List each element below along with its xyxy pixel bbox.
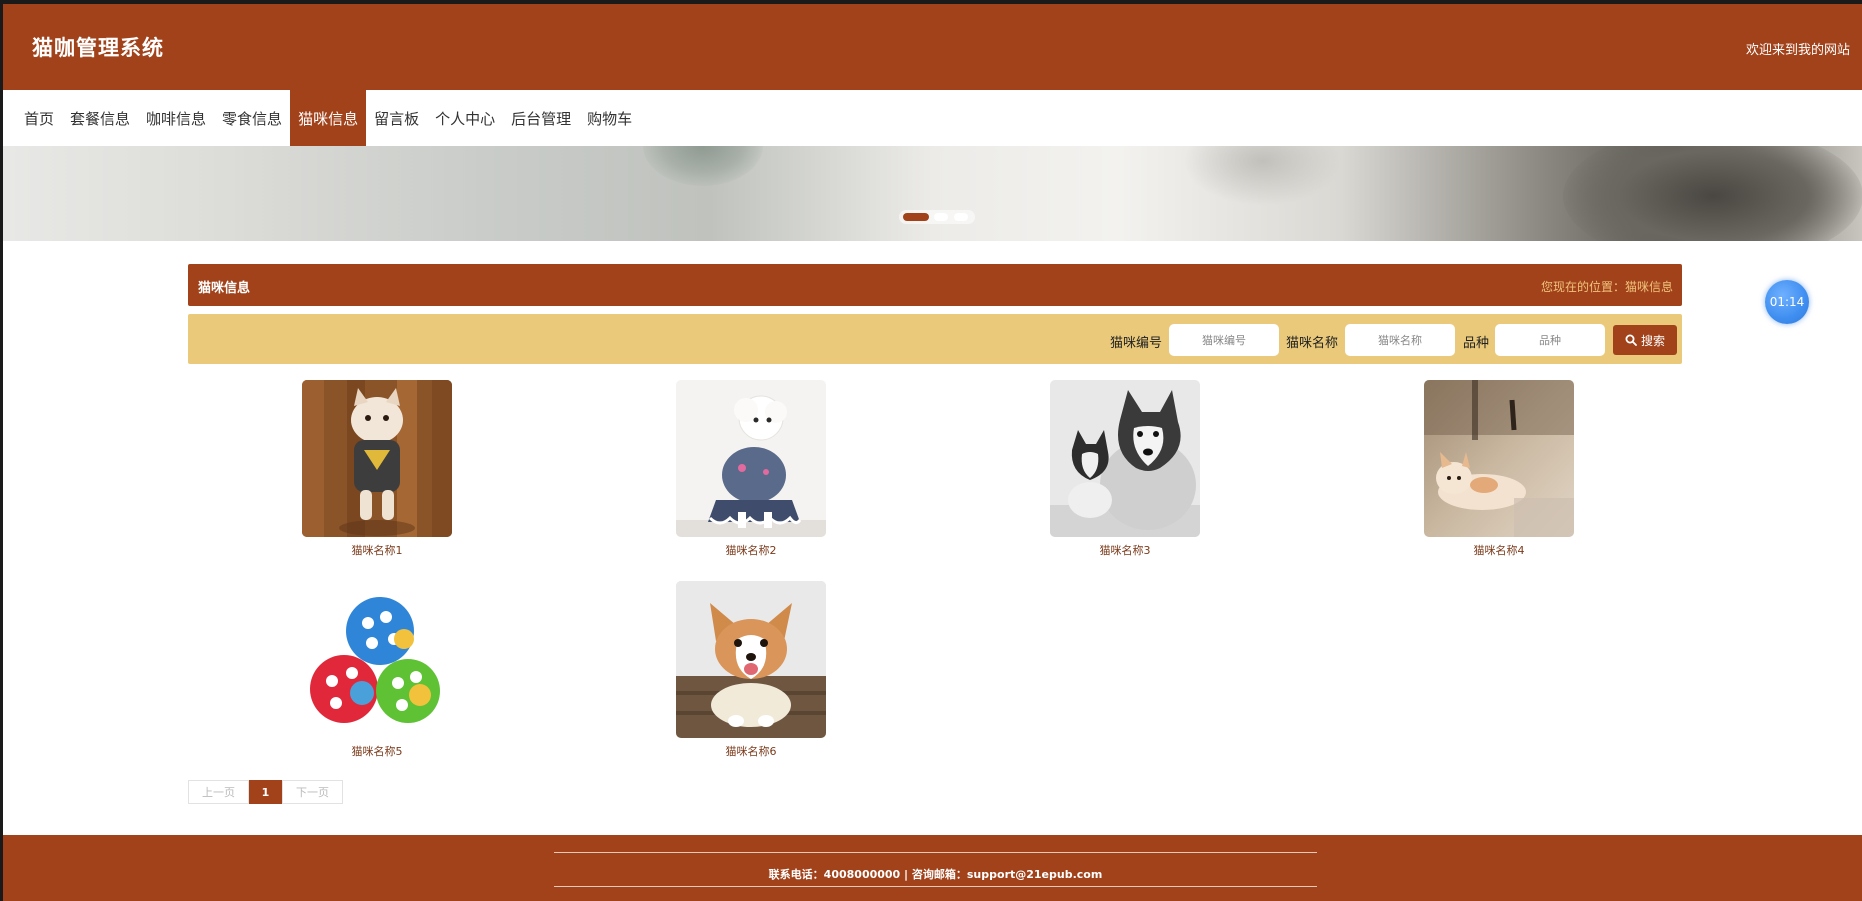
cat-name-input[interactable] bbox=[1345, 324, 1455, 356]
breed-input[interactable] bbox=[1495, 324, 1605, 356]
footer-contact: 联系电话：4008000000 | 咨询邮箱：support@21epub.co… bbox=[768, 868, 1103, 881]
carousel-dot-1[interactable] bbox=[903, 213, 929, 221]
banner-cat-eye bbox=[643, 146, 763, 186]
prev-page-button[interactable]: 上一页 bbox=[188, 780, 249, 804]
search-button-label: 搜索 bbox=[1640, 333, 1665, 348]
cat-name-6[interactable]: 猫咪名称6 bbox=[676, 743, 826, 759]
banner-cat-eye-2 bbox=[1183, 146, 1343, 206]
welcome-text: 欢迎来到我的网站 bbox=[1745, 43, 1850, 58]
cat-photo-1[interactable] bbox=[302, 380, 452, 537]
timer-badge[interactable]: 01:14 bbox=[1765, 280, 1809, 324]
cat-card-4[interactable]: 猫咪名称4 bbox=[1424, 380, 1574, 558]
cat-card-5[interactable]: 猫咪名称5 bbox=[302, 581, 452, 759]
cat-name-label: 猫咪名称 bbox=[1286, 336, 1339, 351]
nav-item-message-board[interactable]: 留言板 bbox=[366, 90, 427, 146]
nav-item-home[interactable]: 首页 bbox=[16, 90, 62, 146]
cat-id-label: 猫咪编号 bbox=[1110, 336, 1163, 351]
cat-photo-5[interactable] bbox=[302, 581, 452, 738]
banner-carousel[interactable] bbox=[3, 146, 1862, 241]
cat-photo-4[interactable] bbox=[1424, 380, 1574, 537]
section-title: 猫咪信息 bbox=[198, 281, 251, 296]
breed-label: 品种 bbox=[1463, 336, 1490, 351]
nav-item-personal-center[interactable]: 个人中心 bbox=[427, 90, 503, 146]
site-header: 猫咖管理系统 欢迎来到我的网站 bbox=[3, 4, 1862, 90]
search-icon bbox=[1625, 334, 1637, 346]
cat-card-2[interactable]: 猫咪名称2 bbox=[676, 380, 826, 558]
breadcrumb: 您现在的位置：猫咪信息 bbox=[1540, 280, 1673, 294]
cat-name-5[interactable]: 猫咪名称5 bbox=[302, 743, 452, 759]
page-1-button[interactable]: 1 bbox=[249, 780, 282, 804]
nav-item-packages[interactable]: 套餐信息 bbox=[62, 90, 138, 146]
site-footer: 联系电话：4008000000 | 咨询邮箱：support@21epub.co… bbox=[3, 835, 1862, 901]
cat-photo-2[interactable] bbox=[676, 380, 826, 537]
page: 猫咖管理系统 欢迎来到我的网站 首页 套餐信息 咖啡信息 零食信息 猫咪信息 留… bbox=[3, 4, 1862, 901]
nav-item-snacks[interactable]: 零食信息 bbox=[214, 90, 290, 146]
cat-card-6[interactable]: 猫咪名称6 bbox=[676, 581, 826, 759]
cat-name-1[interactable]: 猫咪名称1 bbox=[302, 542, 452, 558]
section-title-bar: 猫咪信息 您现在的位置：猫咪信息 bbox=[188, 264, 1682, 306]
nav-item-cats[interactable]: 猫咪信息 bbox=[290, 90, 367, 146]
cat-name-4[interactable]: 猫咪名称4 bbox=[1424, 542, 1574, 558]
cat-card-3[interactable]: 猫咪名称3 bbox=[1050, 380, 1200, 558]
cat-photo-3[interactable] bbox=[1050, 380, 1200, 537]
footer-divider-top bbox=[554, 852, 1317, 853]
nav-item-cart[interactable]: 购物车 bbox=[579, 90, 640, 146]
search-bar: 猫咪编号 猫咪名称 品种 搜索 bbox=[188, 314, 1682, 364]
cat-name-3[interactable]: 猫咪名称3 bbox=[1050, 542, 1200, 558]
carousel-dot-3[interactable] bbox=[954, 213, 968, 221]
cat-card-1[interactable]: 猫咪名称1 bbox=[302, 380, 452, 558]
carousel-dot-2[interactable] bbox=[934, 213, 948, 221]
banner-cat-fur bbox=[1563, 146, 1862, 241]
nav-item-admin[interactable]: 后台管理 bbox=[503, 90, 579, 146]
search-button[interactable]: 搜索 bbox=[1613, 325, 1677, 355]
pagination: 上一页 1 下一页 bbox=[188, 780, 343, 804]
cat-photo-6[interactable] bbox=[676, 581, 826, 738]
cat-id-input[interactable] bbox=[1169, 324, 1279, 356]
next-page-button[interactable]: 下一页 bbox=[282, 780, 343, 804]
main-nav: 首页 套餐信息 咖啡信息 零食信息 猫咪信息 留言板 个人中心 后台管理 购物车 bbox=[3, 90, 1862, 146]
footer-divider-bottom bbox=[554, 886, 1317, 887]
carousel-indicators bbox=[899, 210, 975, 224]
cat-name-2[interactable]: 猫咪名称2 bbox=[676, 542, 826, 558]
nav-item-coffee[interactable]: 咖啡信息 bbox=[138, 90, 214, 146]
site-title: 猫咖管理系统 bbox=[32, 36, 164, 60]
